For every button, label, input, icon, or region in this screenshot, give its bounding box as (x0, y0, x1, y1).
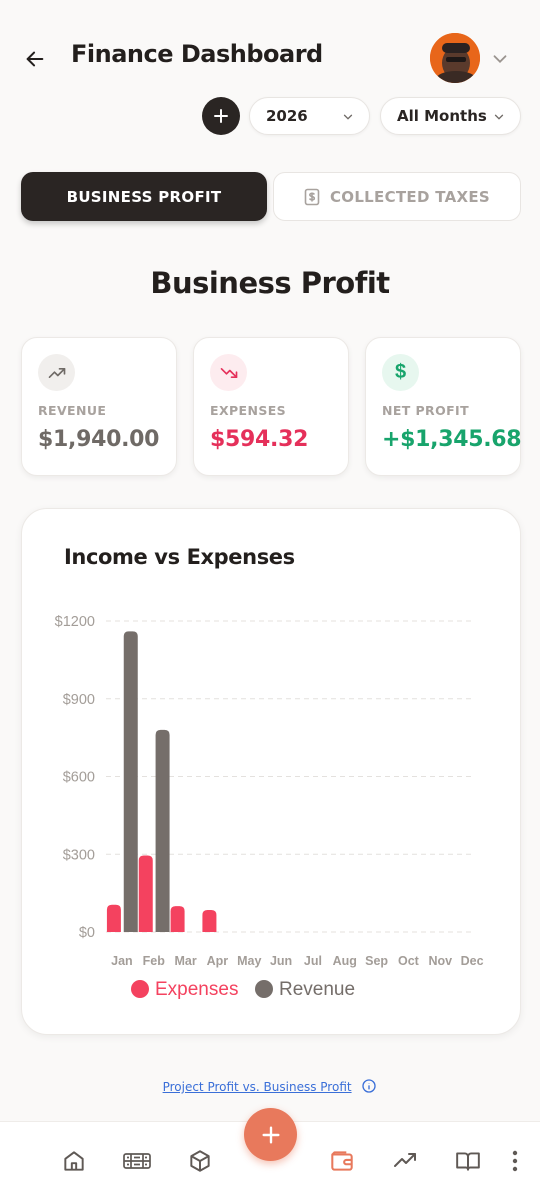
info-icon (362, 1079, 377, 1093)
expenses-bar (170, 906, 185, 932)
expenses-bar (202, 909, 217, 932)
fab-add-button[interactable] (244, 1108, 297, 1161)
legend-swatch (255, 980, 273, 998)
expenses-bar (138, 855, 153, 932)
wallet-icon[interactable] (327, 1146, 357, 1176)
revenue-bar (155, 729, 170, 932)
revenue-bar (123, 631, 138, 932)
y-tick-label: $600 (63, 770, 95, 786)
x-tick-label: Feb (143, 954, 166, 968)
x-tick-label: Aug (333, 954, 357, 968)
x-tick-label: Mar (174, 954, 196, 968)
project-profit-link-text: Project Profit vs. Business Profit (162, 1080, 352, 1094)
x-tick-label: Oct (398, 954, 420, 968)
more-icon[interactable] (501, 1146, 529, 1176)
plus-icon (261, 1125, 280, 1144)
x-tick-label: Dec (461, 954, 484, 968)
package-icon[interactable] (185, 1146, 215, 1176)
y-tick-label: $0 (79, 925, 95, 941)
income-expenses-chart: $0 $300 $600 $900 $1200 Jan Feb Mar Apr May Jun Jul… (55, 614, 484, 1000)
x-tick-label: Jun (270, 954, 292, 968)
x-tick-label: Apr (207, 954, 229, 968)
y-tick-label: $1200 (55, 614, 95, 630)
trending-icon[interactable] (390, 1146, 420, 1176)
legend-swatch (131, 980, 149, 998)
y-tick-label: $900 (63, 692, 95, 708)
x-tick-label: Nov (428, 954, 452, 968)
legend-label: Revenue (279, 979, 355, 1000)
legend-label: Expenses (155, 979, 238, 1000)
x-tick-label: Sep (365, 954, 388, 968)
y-tick-label: $300 (63, 847, 95, 863)
x-tick-label: May (237, 954, 261, 968)
expenses-bar (106, 904, 121, 932)
x-tick-label: Jul (304, 954, 322, 968)
project-profit-link[interactable]: Project Profit vs. Business Profit (0, 1078, 540, 1094)
inventory-icon[interactable] (122, 1146, 152, 1176)
home-icon[interactable] (59, 1146, 89, 1176)
book-icon[interactable] (453, 1146, 483, 1176)
x-tick-label: Jan (111, 954, 133, 968)
